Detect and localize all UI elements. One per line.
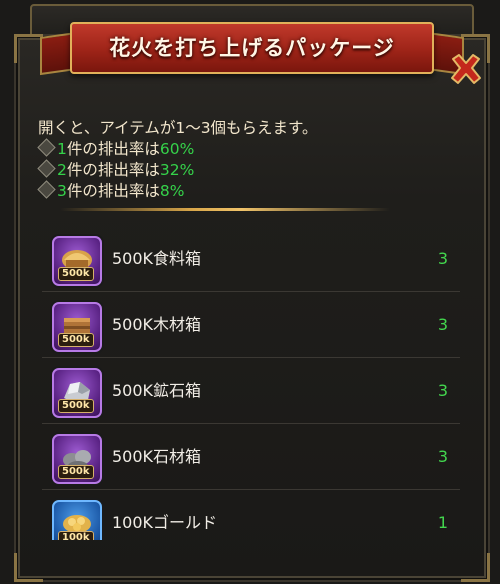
drop-rate-label: 件の排出率は: [66, 140, 160, 158]
drop-rate-value: 32%: [159, 161, 195, 179]
list-item[interactable]: 100k 100Kゴールド 1: [40, 490, 460, 540]
list-item[interactable]: 500k 500K石材箱 3: [40, 424, 460, 490]
item-badge: 100k: [58, 531, 94, 540]
item-quantity: 3: [437, 249, 448, 268]
item-name: 500K鉱石箱: [112, 381, 202, 400]
item-quantity: 3: [437, 315, 448, 334]
diamond-bullet-icon: [37, 138, 56, 157]
drop-count: 2: [57, 161, 67, 179]
drop-rate-value: 60%: [159, 140, 195, 158]
stone-crate-icon: 500k: [52, 434, 102, 484]
item-name: 100Kゴールド: [112, 513, 218, 532]
drop-rate-line: 3件の排出率は8%: [37, 180, 318, 202]
package-description: 開くと、アイテムが1〜3個もらえます。 1件の排出率は60% 2件の排出率は32…: [37, 118, 318, 202]
list-item[interactable]: 500k 500K食料箱 3: [40, 226, 460, 292]
item-name: 500K木材箱: [112, 315, 202, 334]
list-item[interactable]: 500k 500K木材箱 3: [40, 292, 460, 358]
close-icon: [451, 54, 481, 84]
item-quantity: 3: [437, 447, 448, 466]
item-quantity: 3: [437, 381, 448, 400]
item-badge: 500k: [58, 333, 94, 347]
drop-count: 3: [57, 182, 67, 200]
gold-crate-icon: 100k: [52, 500, 102, 540]
drop-rate-value: 8%: [159, 182, 185, 200]
item-name: 500K食料箱: [112, 249, 202, 268]
item-badge: 500k: [58, 399, 94, 413]
list-item[interactable]: 500k 500K鉱石箱 3: [40, 358, 460, 424]
close-button[interactable]: [446, 50, 486, 90]
food-crate-icon: 500k: [52, 236, 102, 286]
drop-count: 1: [57, 140, 67, 158]
drop-rate-line: 1件の排出率は60%: [37, 138, 318, 160]
item-quantity: 1: [437, 513, 448, 532]
gold-divider: [60, 208, 390, 211]
corner-ornament: [461, 553, 490, 582]
wood-crate-icon: 500k: [52, 302, 102, 352]
drop-rate-label: 件の排出率は: [66, 182, 160, 200]
description-intro: 開くと、アイテムが1〜3個もらえます。: [38, 119, 318, 137]
drop-rate-label: 件の排出率は: [66, 161, 160, 179]
diamond-bullet-icon: [37, 180, 56, 199]
item-badge: 500k: [58, 267, 94, 281]
item-name: 500K石材箱: [112, 447, 202, 466]
corner-ornament: [14, 553, 43, 582]
corner-ornament: [14, 34, 43, 63]
diamond-bullet-icon: [37, 159, 56, 178]
item-list[interactable]: 500k 500K食料箱 3 500k 500K木材箱 3 500k 500K鉱…: [40, 226, 460, 540]
page-title: 花火を打ち上げるパッケージ: [109, 36, 395, 60]
ore-crate-icon: 500k: [52, 368, 102, 418]
drop-rate-line: 2件の排出率は32%: [37, 159, 318, 181]
item-badge: 500k: [58, 465, 94, 479]
